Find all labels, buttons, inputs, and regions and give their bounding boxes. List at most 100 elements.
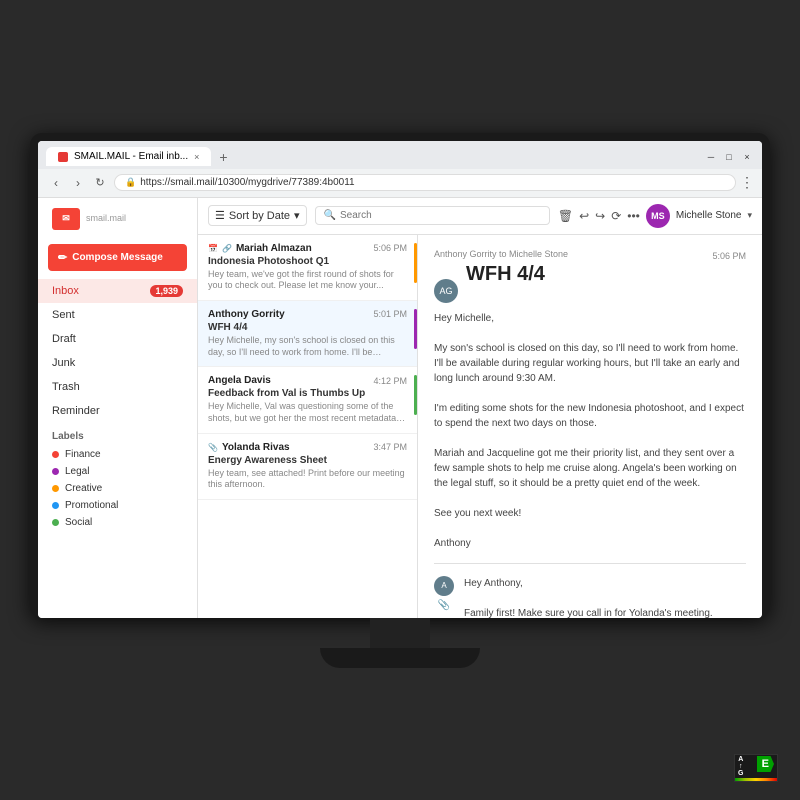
labels-title: Labels [52, 431, 183, 442]
redo-icon[interactable]: ↪ [595, 209, 605, 223]
sort-label: Sort by Date [229, 210, 290, 222]
detail-avatar: AG [434, 279, 458, 303]
email-item-3[interactable]: Angela Davis 4:12 PM Feedback from Val i… [198, 367, 417, 433]
content-area: 📅 🔗 Mariah Almazan 5:06 PM Indonesia Pho… [198, 235, 762, 618]
email-subject-4: Energy Awareness Sheet [208, 455, 407, 466]
browser-tabs: SMAIL.MAIL - Email inb... × + ─ □ × [38, 141, 762, 169]
detail-divider [434, 563, 746, 564]
sidebar-item-junk[interactable]: Junk [38, 351, 197, 375]
label-social[interactable]: Social [52, 514, 183, 531]
link-icon-1: 🔗 [222, 244, 232, 253]
sidebar-item-reminder[interactable]: Reminder [38, 399, 197, 423]
sidebar-item-inbox[interactable]: Inbox 1,939 [38, 279, 197, 303]
label-legal[interactable]: Legal [52, 463, 183, 480]
toolbar-actions: 🗑 ↩ ↪ ⟳ ••• MS Michelle Stone ▾ [558, 204, 752, 228]
browser-tab[interactable]: SMAIL.MAIL - Email inb... × [46, 147, 211, 166]
sort-by-date-button[interactable]: ☰ Sort by Date ▾ [208, 205, 307, 226]
maximize-button[interactable]: □ [722, 150, 736, 164]
email-subject-1: Indonesia Photoshoot Q1 [208, 256, 407, 267]
compose-button[interactable]: ✏ Compose Message [48, 244, 187, 271]
address-text: https://smail.mail/10300/mygdrive/77389:… [140, 177, 354, 188]
legal-dot [52, 468, 59, 475]
search-input[interactable] [340, 210, 541, 221]
undo-icon[interactable]: ↩ [579, 209, 589, 223]
detail-timestamp: 5:06 PM [712, 251, 746, 261]
reply-section: A 📎 Hey Anthony, Family first! Make sure… [434, 576, 746, 618]
tab-close-icon[interactable]: × [194, 152, 199, 162]
email-list: 📅 🔗 Mariah Almazan 5:06 PM Indonesia Pho… [198, 235, 418, 618]
detail-header-row: AG WFH 4/4 [434, 263, 746, 303]
attach-icon-4: 📎 [208, 443, 218, 452]
inbox-badge: 1,939 [150, 285, 183, 297]
user-name[interactable]: Michelle Stone [676, 210, 742, 221]
more-options-icon[interactable]: ••• [627, 209, 640, 223]
sent-label: Sent [52, 309, 75, 321]
monitor-screen: SMAIL.MAIL - Email inb... × + ─ □ × ‹ › … [38, 141, 762, 618]
compose-icon: ✏ [58, 251, 67, 264]
sync-icon[interactable]: ⟳ [611, 209, 621, 223]
email-sender-4: 📎 Yolanda Rivas [208, 442, 290, 453]
inbox-label: Inbox [52, 285, 79, 297]
sidebar-item-sent[interactable]: Sent [38, 303, 197, 327]
finance-label: Finance [65, 449, 101, 460]
email-item-2[interactable]: Anthony Gorrity 5:01 PM WFH 4/4 Hey Mich… [198, 301, 417, 367]
user-avatar: MS [646, 204, 670, 228]
email-item-header-3: Angela Davis 4:12 PM [208, 375, 407, 386]
email-item-wrapper-3: Angela Davis 4:12 PM Feedback from Val i… [198, 367, 417, 433]
energy-label: A ↑ G E [734, 754, 778, 782]
email-subject-2: WFH 4/4 [208, 322, 407, 333]
stand-neck [370, 618, 430, 648]
email-preview-2: Hey Michelle, my son's school is closed … [208, 335, 407, 358]
detail-from-to: Anthony Gorrity to Michelle Stone 5:06 P… [434, 249, 746, 263]
sidebar-item-trash[interactable]: Trash [38, 375, 197, 399]
email-time-3: 4:12 PM [373, 376, 407, 386]
logo-icon: ✉ [52, 208, 80, 230]
back-button[interactable]: ‹ [46, 173, 66, 193]
email-sender-2: Anthony Gorrity [208, 309, 285, 320]
email-item-1[interactable]: 📅 🔗 Mariah Almazan 5:06 PM Indonesia Pho… [198, 235, 417, 301]
finance-dot [52, 451, 59, 458]
sort-icon: ☰ [215, 209, 225, 222]
detail-body: Hey Michelle, My son's school is closed … [434, 311, 746, 551]
email-sender-1: 📅 🔗 Mariah Almazan [208, 243, 312, 254]
email-item-header-1: 📅 🔗 Mariah Almazan 5:06 PM [208, 243, 407, 254]
promotional-dot [52, 502, 59, 509]
browser-controls: ‹ › ↻ 🔒 https://smail.mail/10300/mygdriv… [38, 169, 762, 197]
email-sender-3: Angela Davis [208, 375, 271, 386]
compose-label: Compose Message [72, 252, 163, 263]
energy-label-top: A ↑ G E [735, 755, 777, 778]
creative-label: Creative [65, 483, 102, 494]
forward-button[interactable]: › [68, 173, 88, 193]
label-creative[interactable]: Creative [52, 480, 183, 497]
label-promotional[interactable]: Promotional [52, 497, 183, 514]
minimize-button[interactable]: ─ [704, 150, 718, 164]
user-chevron-icon[interactable]: ▾ [747, 210, 752, 221]
detail-meta: WFH 4/4 [466, 263, 746, 296]
close-button[interactable]: × [740, 150, 754, 164]
email-preview-1: Hey team, we've got the first round of s… [208, 269, 407, 292]
app-container: ✉ smail.mail ✏ Compose Message Inbox 1,9… [38, 198, 762, 618]
secure-icon: 🔒 [125, 177, 136, 188]
sidebar-item-draft[interactable]: Draft [38, 327, 197, 351]
browser-menu-button[interactable]: ⋮ [740, 174, 754, 191]
new-tab-button[interactable]: + [211, 145, 235, 169]
reply-attach-icon: 📎 [438, 600, 450, 611]
search-box[interactable]: 🔍 [315, 206, 550, 225]
reload-button[interactable]: ↻ [90, 173, 110, 193]
detail-avatar-initials: AG [439, 286, 452, 296]
email-time-1: 5:06 PM [373, 243, 407, 253]
priority-indicator-3 [414, 375, 417, 415]
legal-label: Legal [65, 466, 89, 477]
detail-body-line-5: See you next week! [434, 506, 746, 521]
detail-from: Anthony Gorrity to Michelle Stone [434, 249, 568, 259]
label-finance[interactable]: Finance [52, 446, 183, 463]
sidebar: ✉ smail.mail ✏ Compose Message Inbox 1,9… [38, 198, 198, 618]
tab-title: SMAIL.MAIL - Email inb... [74, 151, 188, 162]
priority-indicator-1 [414, 243, 417, 283]
calendar-icon: 📅 [208, 244, 218, 253]
address-bar[interactable]: 🔒 https://smail.mail/10300/mygdrive/7738… [114, 174, 736, 191]
email-item-header-2: Anthony Gorrity 5:01 PM [208, 309, 407, 320]
email-item-4[interactable]: 📎 Yolanda Rivas 3:47 PM Energy Awareness… [198, 434, 417, 500]
draft-label: Draft [52, 333, 76, 345]
delete-icon[interactable]: 🗑 [558, 209, 573, 223]
